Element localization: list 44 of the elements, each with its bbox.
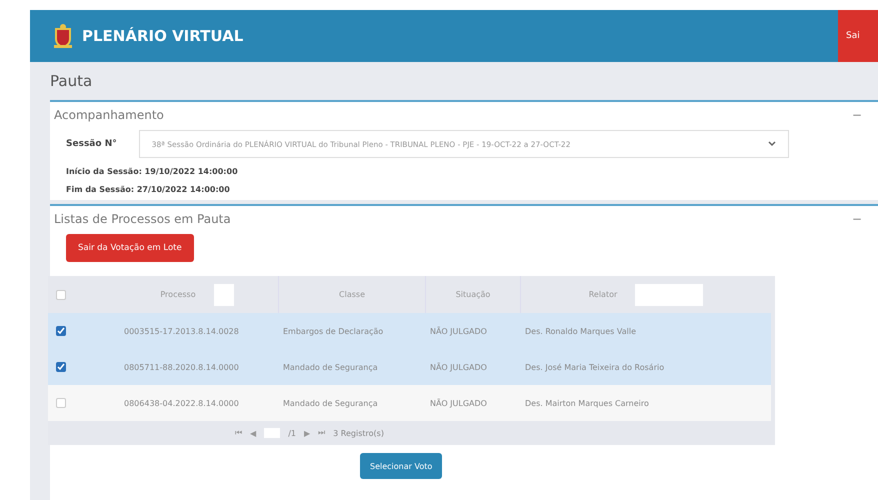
coat-of-arms-icon bbox=[52, 23, 74, 49]
table-row[interactable]: 0805711-88.2020.8.14.0000 Mandado de Segurança NÃO JULGADO Des. José Maria Teixeira do Rosário bbox=[48, 349, 771, 385]
table-cell-text: NÃO JULGADO bbox=[429, 362, 488, 372]
filter-field[interactable] bbox=[635, 284, 704, 306]
checkbox[interactable] bbox=[56, 362, 66, 372]
chevron-down-icon bbox=[768, 141, 776, 147]
panel-title: Listas de Processos em Pauta bbox=[54, 212, 231, 226]
table-cell-text: Embargos de Declaração bbox=[282, 326, 384, 336]
page-field[interactable] bbox=[264, 428, 280, 438]
table-cell-text: 0805711-88.2020.8.14.0000 bbox=[123, 362, 240, 372]
page-title: Pauta bbox=[50, 71, 94, 92]
table-cell-text: Des. Ronaldo Marques Valle bbox=[524, 326, 637, 336]
select-vote-button[interactable]: Selecionar Voto bbox=[360, 453, 442, 479]
table-cell-text: 0003515-17.2013.8.14.0028 bbox=[123, 326, 240, 336]
filter-field[interactable] bbox=[214, 284, 234, 306]
session-end: Fim da Sessão: 27/10/2022 14:00:00 bbox=[66, 185, 231, 194]
table-cell-text: Mandado de Segurança bbox=[282, 362, 379, 372]
column-header: Situação bbox=[456, 290, 490, 299]
page-total: /1 bbox=[288, 428, 296, 438]
first-page-button[interactable]: ⏮ bbox=[235, 428, 242, 438]
table-row[interactable]: 0806438-04.2022.8.14.0000 Mandado de Segurança NÃO JULGADO Des. Mairton Marques Carneiro bbox=[48, 385, 771, 421]
column-header: Relator bbox=[588, 290, 618, 299]
column-header: Processo bbox=[160, 290, 196, 299]
table-cell-text: Mandado de Segurança bbox=[282, 398, 379, 408]
collapse-button[interactable]: − bbox=[852, 108, 862, 122]
field-label: Sessão N° bbox=[66, 139, 117, 149]
table-row[interactable]: 0003515-17.2013.8.14.0028 Embargos de Declaração NÃO JULGADO Des. Ronaldo Marques Valle bbox=[48, 313, 771, 349]
checkbox[interactable] bbox=[56, 326, 66, 336]
next-page-button[interactable]: ▶ bbox=[304, 428, 310, 438]
previous-page-button[interactable]: ◀ bbox=[250, 428, 256, 438]
app-title: PLENÁRIO VIRTUAL bbox=[82, 27, 244, 45]
panel-title: Acompanhamento bbox=[54, 108, 164, 122]
collapse-button[interactable]: − bbox=[852, 212, 862, 226]
table-cell-text: Des. Mairton Marques Carneiro bbox=[524, 398, 650, 408]
table-cell-text: Des. José Maria Teixeira do Rosário bbox=[524, 362, 666, 372]
table-cell-text: NÃO JULGADO bbox=[429, 398, 488, 408]
table-cell-text: 0806438-04.2022.8.14.0000 bbox=[123, 398, 240, 408]
column-header: Classe bbox=[339, 290, 365, 299]
session-start: Início da Sessão: 19/10/2022 14:00:00 bbox=[66, 167, 239, 176]
exit-button[interactable]: Sai bbox=[838, 10, 878, 62]
exit-batch-button[interactable]: Sair da Votação em Lote bbox=[66, 234, 194, 262]
record-count: 3 Registro(s) bbox=[333, 428, 384, 438]
table-cell-text: NÃO JULGADO bbox=[429, 326, 488, 336]
last-page-button[interactable]: ⏭ bbox=[318, 428, 326, 438]
